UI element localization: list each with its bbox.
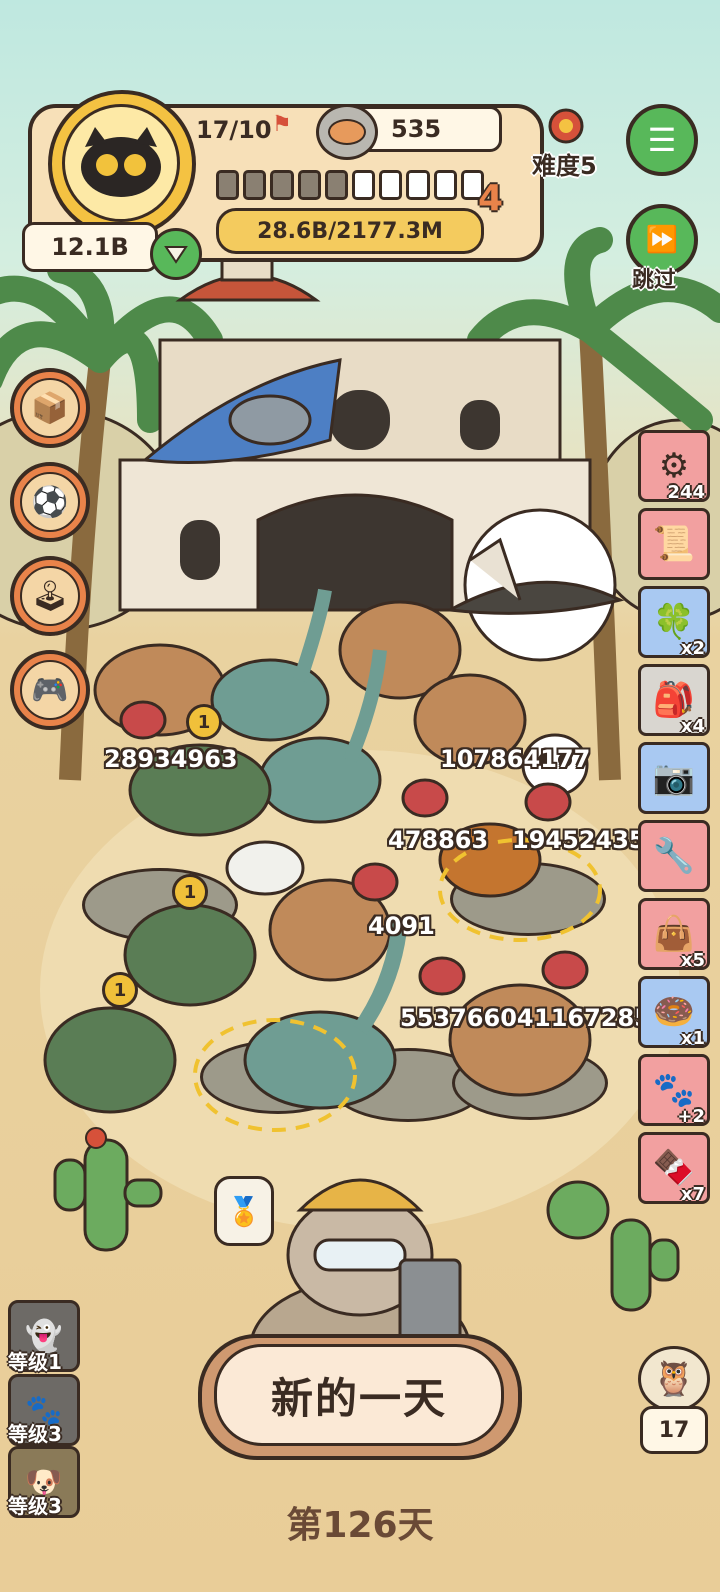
menu-icon: ☰ — [647, 121, 677, 159]
day-counter: 第126天 — [286, 1505, 434, 1546]
item-count: x1 — [680, 1028, 705, 1049]
item-count: x2 — [680, 638, 705, 659]
unit-power-value: 4091 — [368, 912, 435, 940]
xp-bar: 28.6B/2177.3M — [216, 208, 484, 254]
certificate-icon[interactable]: 🏅 — [214, 1176, 274, 1246]
item-card-camera[interactable]: 📷 — [638, 742, 710, 814]
item-card-chocolate[interactable]: 🍫 x7 — [638, 1132, 710, 1205]
ball-button[interactable]: ⚽ — [10, 462, 90, 542]
segment-empty — [406, 170, 430, 200]
white-deer-creature — [225, 840, 305, 896]
segment-filled — [216, 170, 240, 200]
unit-level-badge: 1 — [186, 704, 222, 740]
segment-filled — [243, 170, 267, 200]
power-value: 12.1B — [22, 222, 158, 272]
item-card-tools[interactable]: 🔧 — [638, 820, 710, 892]
item-count: +2 — [677, 1106, 705, 1127]
item-card-backpack[interactable]: 🎒 x4 — [638, 664, 710, 737]
fast-forward-icon: ⏩ — [645, 225, 679, 255]
hud-level: 4 — [478, 178, 504, 219]
segment-filled — [324, 170, 349, 200]
menu-button[interactable]: ☰ — [626, 104, 698, 176]
item-card-wheel[interactable]: ⚙ 244 — [638, 430, 710, 503]
helper-count: 17 — [640, 1406, 708, 1454]
segment-filled — [297, 170, 321, 200]
item-card-donut[interactable]: 🍩 x1 — [638, 976, 710, 1049]
item-count: x4 — [680, 716, 705, 737]
segment-empty — [433, 170, 457, 200]
progress-segments — [216, 170, 485, 200]
item-count: x7 — [680, 1184, 705, 1205]
pterosaur-creature — [445, 508, 625, 662]
segment-empty — [352, 170, 376, 200]
game-scene: 1 1 1 28934963 107864177 478863 19452435… — [0, 0, 720, 1592]
unit-power-value: 478863 — [388, 826, 489, 854]
unit-power-value: 55376604 — [400, 1004, 534, 1032]
item-card-scroll[interactable]: 📜 — [638, 508, 710, 580]
skip-label[interactable]: 跳过 — [632, 262, 676, 294]
item-count: 244 — [667, 482, 705, 503]
crocodile-group — [43, 743, 272, 1114]
unit-level-badge: 1 — [172, 874, 208, 910]
heart-down-icon[interactable] — [150, 228, 202, 280]
unit-power-value: 1167285 — [534, 1004, 638, 1032]
unit-power-value: 19452435 — [512, 826, 646, 854]
stage-progress: 17/10 — [196, 116, 272, 144]
level-label: 等级3 — [8, 1422, 62, 1446]
gameboy-button[interactable]: 🎮 — [10, 650, 90, 730]
item-card-pouch[interactable]: 👜 x5 — [638, 898, 710, 971]
flag-icon: ⚑ — [272, 112, 292, 137]
flower-icon — [545, 105, 587, 147]
box-button[interactable]: 📦 — [10, 368, 90, 448]
item-card-charm[interactable]: 🍀 x2 — [638, 586, 710, 659]
owl-icon[interactable]: 🦉 — [638, 1346, 710, 1412]
new-day-button[interactable]: 新的一天 — [214, 1344, 504, 1446]
difficulty-label: 难度5 — [532, 152, 597, 180]
box-icon: 📦 — [20, 378, 80, 438]
segment-empty — [379, 170, 403, 200]
unit-power-value: 107864177 — [440, 745, 591, 773]
unit-level-badge: 1 — [102, 972, 138, 1008]
cat-avatar-icon — [62, 104, 180, 222]
flying-fish-creature — [141, 358, 342, 464]
item-count: x5 — [680, 950, 705, 971]
joystick-button[interactable]: 🕹 — [10, 556, 90, 636]
joystick-icon: 🕹 — [20, 566, 80, 626]
level-label: 等级1 — [8, 1350, 62, 1374]
unit-power-value: 28934963 — [104, 745, 238, 773]
ball-icon: ⚽ — [20, 472, 80, 532]
item-card-paw[interactable]: 🐾 +2 — [638, 1054, 710, 1127]
segment-filled — [270, 170, 294, 200]
food-can-icon — [316, 104, 378, 160]
gameboy-icon: 🎮 — [20, 660, 80, 720]
